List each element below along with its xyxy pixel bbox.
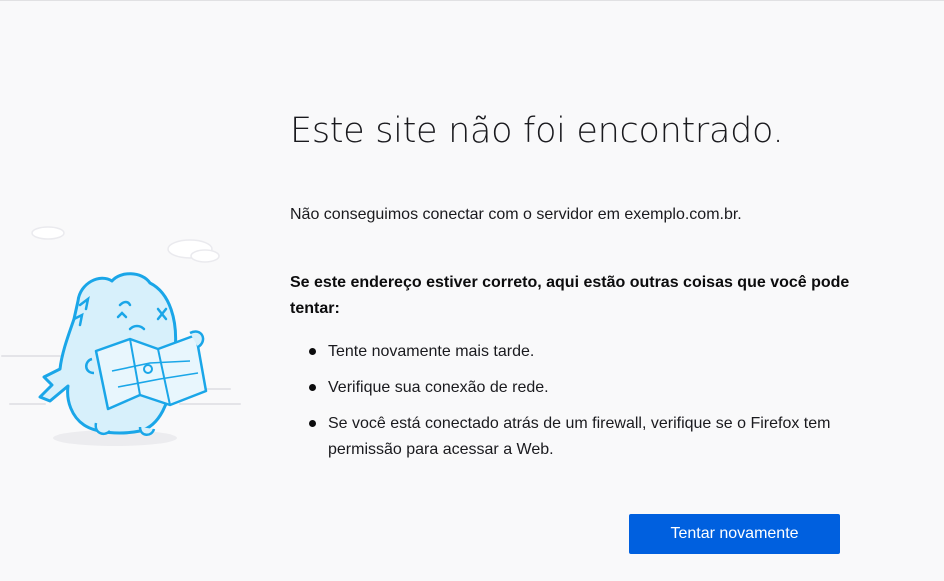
error-page: Este site não foi encontrado. Não conseg… [0,0,944,581]
list-item: Se você está conectado atrás de um firew… [308,411,850,463]
page-title: Este site não foi encontrado. [290,111,784,151]
suggestions-heading: Se este endereço estiver correto, aqui e… [290,274,850,317]
list-item: Verifique sua conexão de rede. [308,375,850,401]
suggestions-list: Tente novamente mais tarde. Verifique su… [290,339,850,463]
error-description: Não conseguimos conectar com o servidor … [290,206,742,223]
lost-monster-with-map-icon [0,201,260,461]
list-item: Tente novamente mais tarde. [308,339,850,365]
retry-button[interactable]: Tentar novamente [629,514,840,554]
error-content: Este site não foi encontrado. Não conseg… [290,101,850,473]
